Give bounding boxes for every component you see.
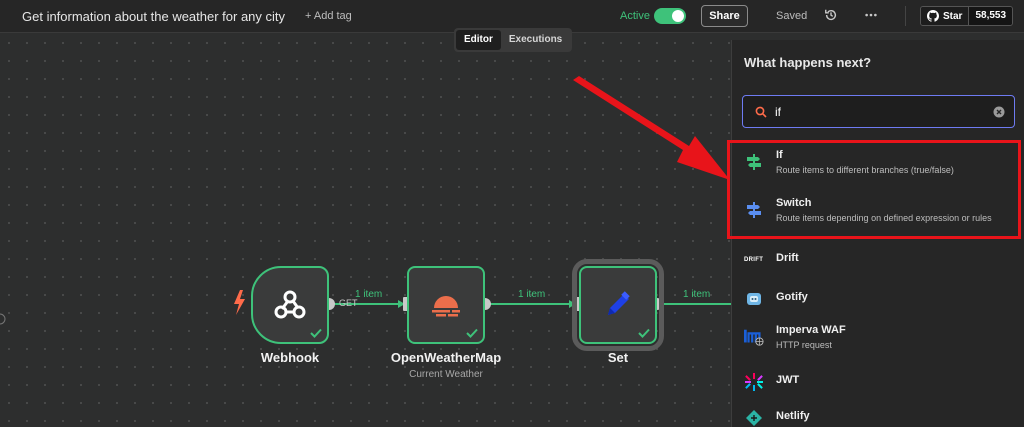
workflow-title[interactable]: Get information about the weather for an… xyxy=(22,9,285,24)
github-star-button[interactable]: Star 58,553 xyxy=(920,6,1014,26)
netlify-icon xyxy=(746,410,762,426)
search-input[interactable] xyxy=(775,102,975,122)
item-name: Netlify xyxy=(776,410,810,422)
node-label: Set xyxy=(607,350,629,365)
github-icon xyxy=(927,10,939,22)
history-icon[interactable] xyxy=(824,8,838,22)
item-description: HTTP request xyxy=(776,340,832,350)
openweathermap-icon xyxy=(432,296,460,317)
github-star-label: Star xyxy=(943,10,963,22)
search-icon xyxy=(755,106,767,118)
node-set[interactable] xyxy=(572,259,664,351)
active-toggle[interactable] xyxy=(654,8,686,24)
success-check-icon xyxy=(466,328,478,338)
share-button[interactable]: Share xyxy=(701,5,748,27)
active-label: Active xyxy=(620,10,650,22)
item-name: Imperva WAF xyxy=(776,324,846,336)
item-name: Gotify xyxy=(776,291,808,303)
search-box[interactable] xyxy=(742,95,1015,128)
node-openweathermap[interactable] xyxy=(407,266,485,344)
list-item-netlify[interactable]: Netlify xyxy=(732,396,1024,427)
view-switch: Editor Executions xyxy=(454,28,572,52)
saved-status: Saved xyxy=(776,10,808,22)
drift-logo-icon: DRIFT xyxy=(744,257,764,263)
tab-executions[interactable]: Executions xyxy=(501,30,570,50)
panel-title: What happens next? xyxy=(744,55,872,70)
item-name: Drift xyxy=(776,252,799,264)
pen-icon xyxy=(608,291,630,315)
webhook-icon xyxy=(274,290,306,319)
connection-arrowhead xyxy=(569,300,576,308)
toggle-knob xyxy=(672,10,684,22)
jwt-icon xyxy=(745,373,763,391)
add-tag-button[interactable]: + Add tag xyxy=(305,10,352,22)
more-options-icon[interactable] xyxy=(864,8,878,22)
edge-item-count: 1 item xyxy=(518,289,546,300)
edge-item-count: 1 item xyxy=(355,289,383,300)
node-subtitle: Current Weather xyxy=(409,369,483,380)
item-name: JWT xyxy=(776,374,800,386)
annotation-arrow xyxy=(573,76,730,180)
list-item-imperva-waf[interactable]: Imperva WAF HTTP request xyxy=(732,315,1024,359)
clear-search-icon[interactable] xyxy=(993,106,1005,118)
node-webhook[interactable] xyxy=(251,266,329,344)
tab-editor[interactable]: Editor xyxy=(456,30,501,50)
edge-item-count: 1 item xyxy=(683,289,711,300)
node-label: OpenWeatherMap xyxy=(390,350,502,365)
divider xyxy=(905,6,906,26)
gotify-icon xyxy=(747,293,761,305)
success-check-icon xyxy=(310,328,322,338)
imperva-icon xyxy=(744,329,764,346)
annotation-highlight-box xyxy=(727,140,1021,239)
github-star-count: 58,553 xyxy=(968,7,1013,25)
trigger-bolt-icon xyxy=(234,290,245,315)
success-check-icon xyxy=(638,328,650,338)
list-item-drift[interactable]: DRIFT Drift xyxy=(732,238,1024,282)
github-star-left: Star xyxy=(921,7,969,25)
node-label: Webhook xyxy=(260,350,320,365)
